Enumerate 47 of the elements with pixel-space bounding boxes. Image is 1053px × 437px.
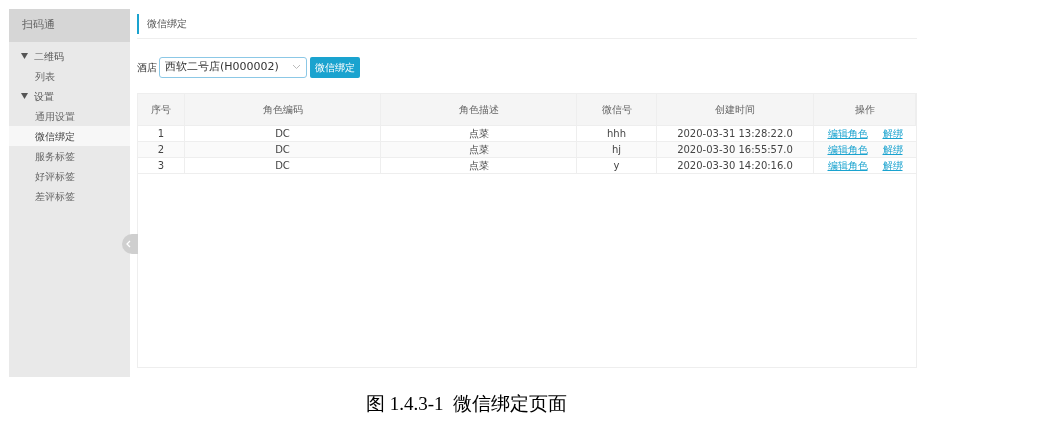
sidebar-item[interactable]: 微信绑定 (9, 126, 130, 146)
unbind-link[interactable]: 解绑 (882, 157, 903, 173)
column-header: 微信号 (577, 93, 657, 125)
sidebar-group[interactable]: 二维码 (9, 46, 130, 66)
table-cell: y (577, 157, 657, 173)
table-cell: 2020-03-30 16:55:57.0 (657, 141, 814, 157)
sidebar-item[interactable]: 服务标签 (9, 146, 130, 166)
edit-role-link[interactable]: 编辑角色 (827, 125, 868, 141)
figure-caption: 图 1.4.3-1 微信绑定页面 (365, 392, 568, 416)
column-header: 创建时间 (657, 93, 814, 125)
caret-down-icon (21, 93, 28, 99)
table-cell: DC (185, 125, 381, 141)
table-cell: 点菜 (381, 157, 577, 173)
table-cell: 2020-03-30 14:20:16.0 (657, 157, 814, 173)
table-cell: DC (185, 141, 381, 157)
table-cell: 3 (138, 157, 185, 173)
sidebar-item[interactable]: 差评标签 (9, 186, 130, 206)
unbind-link[interactable]: 解绑 (882, 125, 903, 141)
column-header: 角色描述 (381, 93, 577, 125)
bind-button[interactable]: 微信绑定 (310, 56, 360, 78)
page-title: 微信绑定 (147, 17, 187, 32)
column-header: 角色编码 (185, 93, 381, 125)
collapse-handle[interactable] (122, 234, 138, 254)
sidebar-item[interactable]: 列表 (9, 66, 130, 86)
field-label: 酒店 (137, 60, 157, 75)
unbind-link[interactable]: 解绑 (882, 141, 903, 157)
column-header: 序号 (138, 93, 185, 125)
table-cell: 1 (138, 125, 185, 141)
table-cell: hj (577, 141, 657, 157)
edit-role-link[interactable]: 编辑角色 (827, 157, 868, 173)
table-cell: 2 (138, 141, 185, 157)
sidebar-title: 扫码通 (9, 9, 130, 42)
table-cell: 2020-03-31 13:28:22.0 (657, 125, 814, 141)
edit-role-link[interactable]: 编辑角色 (827, 141, 868, 157)
sidebar-group[interactable]: 设置 (9, 86, 130, 106)
sidebar-item[interactable]: 好评标签 (9, 166, 130, 186)
hotel-select[interactable]: 西软二号店(H000002) (159, 56, 307, 78)
chevron-down-icon (292, 64, 301, 70)
title-accent (137, 13, 139, 34)
table-cell: DC (185, 157, 381, 173)
caret-down-icon (21, 53, 28, 59)
sidebar-item[interactable]: 通用设置 (9, 106, 130, 126)
column-header: 操作 (814, 93, 916, 125)
table-cell: 点菜 (381, 141, 577, 157)
chevron-left-icon (125, 240, 131, 248)
table-cell: 点菜 (381, 125, 577, 141)
table-cell: hhh (577, 125, 657, 141)
